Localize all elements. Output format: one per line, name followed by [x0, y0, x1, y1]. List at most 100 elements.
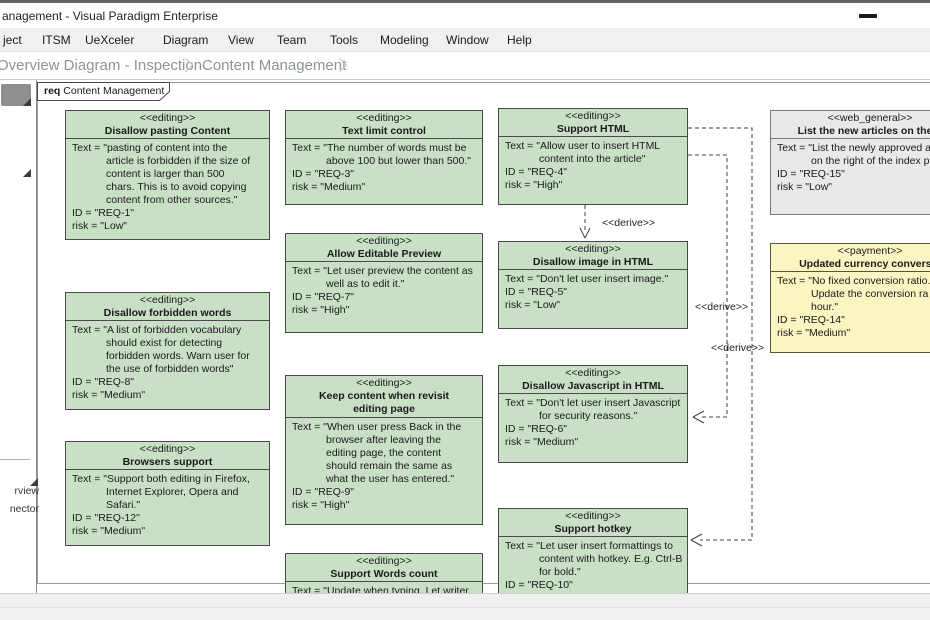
stereotype-label: <<editing>> — [66, 112, 269, 125]
requirement-node-r7[interactable]: <<editing>>Allow Editable PreviewText = … — [285, 233, 483, 333]
requirement-name: Browsers support — [66, 456, 269, 469]
requirement-name: Allow Editable Preview — [286, 248, 482, 261]
attribute-line: well as to edit it." — [292, 278, 480, 291]
stereotype-label: <<editing>> — [499, 367, 687, 380]
derive-connector[interactable] — [688, 128, 752, 540]
node-body: Text = "Don't let user insert Javascript… — [499, 394, 687, 449]
attribute-line: risk = "Low" — [505, 299, 685, 312]
menu-item-itsm[interactable]: ITSM — [42, 33, 71, 47]
attribute-line: risk = "High" — [292, 499, 480, 512]
open-arrowhead-icon — [693, 417, 704, 423]
attribute-line: ID = "REQ-7" — [292, 291, 480, 304]
node-body: Text = "Don't let user insert image."ID … — [499, 270, 687, 312]
stereotype-label: <<editing>> — [66, 443, 269, 456]
minimize-icon[interactable] — [859, 14, 877, 18]
stereotype-label: <<editing>> — [286, 555, 482, 568]
requirement-node-r8[interactable]: <<editing>>Disallow forbidden wordsText … — [65, 292, 270, 410]
attribute-line: Text = "Support both editing in Firefox, — [72, 473, 267, 486]
menu-item-uexceler[interactable]: UeXceler — [85, 33, 134, 47]
attribute-line: Text = "Don't let user insert image." — [505, 273, 685, 286]
derive-label: <<derive>> — [602, 217, 655, 229]
derive-connector[interactable] — [688, 155, 727, 417]
visual-paradigm-window: anagement - Visual Paradigm Enterprise j… — [0, 0, 930, 620]
attribute-line: risk = "Medium" — [72, 525, 267, 538]
node-header: <<payment>>Updated currency conversio — [771, 244, 930, 272]
requirement-node-r14[interactable]: <<payment>>Updated currency conversioTex… — [770, 243, 930, 353]
attribute-line: risk = "Medium" — [777, 327, 930, 340]
attribute-line: editing page, the content — [292, 447, 480, 460]
stereotype-label: <<editing>> — [66, 294, 269, 307]
attribute-line: ID = "REQ-10" — [505, 579, 685, 592]
attribute-line: content is larger than 500 — [72, 168, 267, 181]
sidebar-label-connector[interactable]: nector — [0, 503, 39, 515]
node-header: <<editing>>Disallow Javascript in HTML — [499, 366, 687, 394]
requirement-name: editing page — [286, 403, 482, 416]
attribute-line: the use of forbidden words" — [72, 363, 267, 376]
attribute-line: Update the conversion ra — [777, 288, 930, 301]
menu-item-window[interactable]: Window — [446, 33, 489, 47]
node-header: <<editing>>Disallow forbidden words — [66, 293, 269, 321]
requirement-name: Keep content when revisit — [286, 390, 482, 403]
requirement-name: Text limit control — [286, 125, 482, 138]
menu-item-view[interactable]: View — [228, 33, 254, 47]
attribute-line: Text = "List the newly approved a — [777, 142, 930, 155]
attribute-line: ID = "REQ-4" — [505, 166, 685, 179]
menu-item-help[interactable]: Help — [507, 33, 532, 47]
stereotype-label: <<editing>> — [499, 110, 687, 123]
panel-divider — [0, 459, 30, 460]
node-header: <<editing>>Disallow image in HTML — [499, 242, 687, 270]
derive-label: <<derive>> — [711, 342, 764, 354]
node-body: Text = "pasting of content into theartic… — [66, 139, 269, 233]
requirement-node-r15[interactable]: <<web_general>>List the new articles on … — [770, 110, 930, 215]
attribute-line: on the right of the index p — [777, 155, 930, 168]
attribute-line: risk = "Medium" — [292, 181, 480, 194]
node-header: <<editing>>Keep content when revisitedit… — [286, 376, 482, 418]
attribute-line: forbidden words. Warn user for — [72, 350, 267, 363]
attribute-line: risk = "Low" — [72, 220, 267, 233]
attribute-line: risk = "High" — [505, 179, 685, 192]
requirement-node-r1[interactable]: <<editing>>Disallow pasting ContentText … — [65, 110, 270, 240]
stereotype-label: <<editing>> — [286, 377, 482, 390]
stereotype-label: <<payment>> — [771, 245, 930, 258]
requirement-node-r4[interactable]: <<editing>>Support HTMLText = "Allow use… — [498, 108, 688, 205]
attribute-line: hour." — [777, 301, 930, 314]
requirement-name: Support hotkey — [499, 523, 687, 536]
attribute-line: risk = "High" — [292, 304, 480, 317]
requirement-node-r12[interactable]: <<editing>>Browsers supportText = "Suppo… — [65, 441, 270, 546]
requirement-node-r3[interactable]: <<editing>>Text limit controlText = "The… — [285, 110, 483, 205]
attribute-line: Text = "When user press Back in the — [292, 421, 480, 434]
attribute-line: article is forbidden if the size of — [72, 155, 267, 168]
menu-item-team[interactable]: Team — [277, 33, 306, 47]
frame-tab-label: req Content Management — [44, 85, 164, 97]
attribute-line: ID = "REQ-1" — [72, 207, 267, 220]
panel-splitter[interactable] — [36, 80, 37, 593]
attribute-line: for security reasons." — [505, 410, 685, 423]
attribute-line: Text = "Let user insert formattings to — [505, 540, 685, 553]
attribute-line: ID = "REQ-3" — [292, 168, 480, 181]
attribute-line: content with hotkey. E.g. Ctrl-B — [505, 553, 685, 566]
requirement-node-r5[interactable]: <<editing>>Disallow image in HTMLText = … — [498, 241, 688, 329]
menu-item-modeling[interactable]: Modeling — [380, 33, 429, 47]
breadcrumb-item-overview-diagram[interactable]: Overview Diagram - Inspection — [0, 57, 202, 74]
sidebar-label-overview[interactable]: rview — [0, 485, 39, 497]
node-header: <<editing>>Text limit control — [286, 111, 482, 139]
horizontal-scrollbar[interactable] — [0, 593, 930, 607]
open-arrowhead-icon — [691, 540, 702, 546]
attribute-line: ID = "REQ-14" — [777, 314, 930, 327]
menu-item-tools[interactable]: Tools — [330, 33, 358, 47]
attribute-line: above 100 but lower than 500." — [292, 155, 480, 168]
attribute-line: Text = "pasting of content into the — [72, 142, 267, 155]
attribute-line: ID = "REQ-9" — [292, 486, 480, 499]
open-arrowhead-icon — [585, 228, 590, 238]
frame-title: Content Management — [63, 85, 164, 97]
open-arrowhead-icon — [691, 534, 702, 540]
breadcrumb-item-content-management[interactable]: Content Management — [202, 57, 346, 74]
node-header: <<editing>>Allow Editable Preview — [286, 234, 482, 262]
requirement-node-r9[interactable]: <<editing>>Keep content when revisitedit… — [285, 375, 483, 525]
requirement-name: List the new articles on the ri — [771, 125, 930, 138]
attribute-line: risk = "Medium" — [72, 389, 267, 402]
node-body: Text = "Support both editing in Firefox,… — [66, 470, 269, 538]
menu-item-diagram[interactable]: Diagram — [163, 33, 208, 47]
requirement-node-r6[interactable]: <<editing>>Disallow Javascript in HTMLTe… — [498, 365, 688, 463]
menu-item-ject[interactable]: ject — [3, 33, 22, 47]
